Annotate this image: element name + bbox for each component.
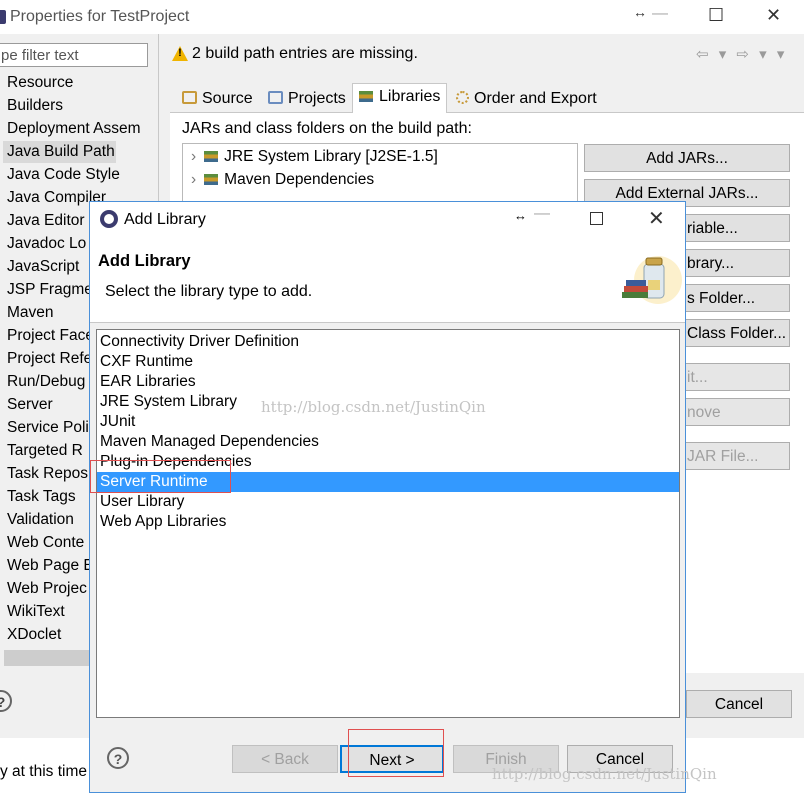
maximize-button[interactable] <box>590 212 603 225</box>
nav-item-maven[interactable]: Maven <box>7 304 54 322</box>
nav-item-web-content[interactable]: Web Conte <box>7 534 84 552</box>
build-path-tree[interactable]: › JRE System Library [J2SE-1.5] › Maven De… <box>182 143 578 203</box>
tab-projects-label: Projects <box>288 90 346 107</box>
dialog-header <box>90 236 685 322</box>
editor-text: y at this time <box>0 763 87 780</box>
nav-item-validation[interactable]: Validation <box>7 511 74 529</box>
library-icon <box>359 91 373 102</box>
chevron-right-icon[interactable]: › <box>191 148 196 165</box>
tab-libraries[interactable]: Libraries <box>352 83 448 113</box>
nav-item-resource[interactable]: Resource <box>7 74 73 92</box>
tree-item-label: JRE System Library [J2SE-1.5] <box>224 148 438 165</box>
project-icon <box>268 91 283 104</box>
nav-item-java-editor[interactable]: Java Editor <box>7 212 85 230</box>
app-icon <box>0 10 6 24</box>
annotation-highlight-box <box>348 729 444 777</box>
nav-item-javadoc-location[interactable]: Javadoc Lo <box>7 235 86 253</box>
list-item[interactable]: Web App Libraries <box>100 512 680 532</box>
dialog-title: Add Library <box>124 211 206 228</box>
folder-icon <box>182 91 197 104</box>
tab-projects[interactable]: Projects <box>262 86 352 112</box>
nav-item-run-debug[interactable]: Run/Debug <box>7 373 85 391</box>
close-button[interactable]: ✕ <box>648 206 665 231</box>
nav-item-web-project[interactable]: Web Projec <box>7 580 87 598</box>
tab-source-label: Source <box>202 90 253 107</box>
list-item[interactable]: EAR Libraries <box>100 372 680 392</box>
dialog-description: Select the library type to add. <box>105 283 313 300</box>
warning-message: 2 build path entries are missing. <box>192 45 418 62</box>
list-item[interactable]: Connectivity Driver Definition <box>100 332 680 352</box>
nav-item-jsp-fragment[interactable]: JSP Fragme <box>7 281 93 299</box>
close-button[interactable]: ✕ <box>766 5 781 26</box>
list-item[interactable]: CXF Runtime <box>100 352 680 372</box>
tab-source[interactable]: Source <box>176 86 259 112</box>
nav-item-service-policies[interactable]: Service Poli <box>7 419 89 437</box>
dialog-heading: Add Library <box>98 252 191 270</box>
nav-item-java-code-style[interactable]: Java Code Style <box>7 166 120 184</box>
tab-libraries-label: Libraries <box>379 88 441 105</box>
nav-item-project-facets[interactable]: Project Face <box>7 327 94 345</box>
library-icon <box>204 174 219 185</box>
nav-item-wikitext[interactable]: WikiText <box>7 603 65 621</box>
tabs-divider <box>170 112 804 113</box>
nav-item-xdoclet[interactable]: XDoclet <box>7 626 61 644</box>
eclipse-icon-inner <box>104 214 114 224</box>
minimize-button[interactable]: — <box>652 5 668 23</box>
nav-item-server[interactable]: Server <box>7 396 53 414</box>
back-button[interactable]: < Back <box>232 745 338 773</box>
nav-item-builders[interactable]: Builders <box>7 97 63 115</box>
cancel-button[interactable]: Cancel <box>686 690 792 718</box>
help-icon[interactable]: ? <box>107 747 129 769</box>
add-jars-button[interactable]: Add JARs... <box>584 144 790 172</box>
maximize-button[interactable]: ☐ <box>708 5 724 26</box>
window-title: Properties for TestProject <box>10 8 190 25</box>
resize-icon[interactable]: ↔ <box>633 4 647 20</box>
nav-item-deployment-assembly[interactable]: Deployment Assem <box>7 120 141 138</box>
library-type-list[interactable]: Connectivity Driver Definition CXF Runti… <box>96 329 680 718</box>
order-icon <box>456 91 469 104</box>
warning-icon-mark: ! <box>178 47 182 59</box>
tab-order-label: Order and Export <box>474 90 597 107</box>
nav-item-task-tags[interactable]: Task Tags <box>7 488 76 506</box>
watermark: http://blog.csdn.net/JustinQin <box>261 398 486 416</box>
tab-order-and-export[interactable]: Order and Export <box>450 86 603 112</box>
filter-input[interactable]: pe filter text <box>0 43 148 67</box>
library-icon <box>204 151 219 162</box>
minimize-button[interactable]: — <box>534 205 550 223</box>
nav-item-task-repository[interactable]: Task Repos <box>7 465 88 483</box>
nav-item-project-references[interactable]: Project Refe <box>7 350 92 368</box>
library-jar-icon <box>622 256 682 304</box>
help-icon[interactable]: ? <box>0 690 12 712</box>
tree-item-jre[interactable]: › JRE System Library [J2SE-1.5] <box>191 148 438 166</box>
annotation-highlight-box <box>90 460 231 493</box>
resize-icon[interactable]: ↔ <box>514 208 527 223</box>
watermark: http://blog.csdn.net/JustinQin <box>492 765 717 783</box>
list-item[interactable]: Maven Managed Dependencies <box>100 432 680 452</box>
chevron-right-icon[interactable]: › <box>191 171 196 188</box>
history-nav-arrows[interactable]: ⇦ ▾ ⇨ ▾ ▾ <box>696 45 787 63</box>
tree-item-maven[interactable]: › Maven Dependencies <box>191 171 374 189</box>
list-item[interactable]: User Library <box>100 492 680 512</box>
tree-item-label: Maven Dependencies <box>224 171 375 188</box>
nav-item-javascript[interactable]: JavaScript <box>7 258 79 276</box>
add-library-dialog: Add Library ↔ — ✕ Add Library Select the… <box>89 201 717 793</box>
jars-label: JARs and class folders on the build path… <box>182 120 472 137</box>
nav-item-web-page-editor[interactable]: Web Page E <box>7 557 94 575</box>
nav-item-targeted-runtimes[interactable]: Targeted R <box>7 442 83 460</box>
nav-item-java-build-path[interactable]: Java Build Path <box>7 143 115 161</box>
